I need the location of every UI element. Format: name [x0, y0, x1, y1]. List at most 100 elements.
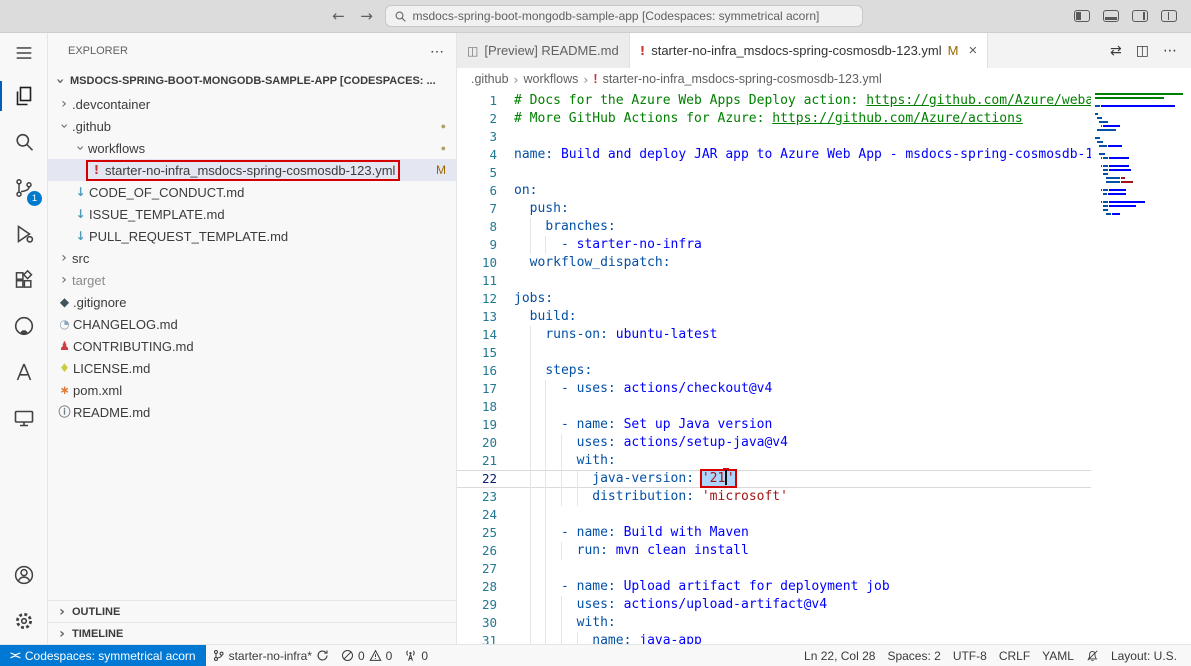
indentation-item[interactable]: Spaces: 2: [881, 645, 946, 666]
tree-item-label: CODE_OF_CONDUCT.md: [89, 185, 244, 200]
code-editor[interactable]: 1# Docs for the Azure Web Apps Deploy ac…: [457, 90, 1091, 644]
code-line: 6on:: [457, 182, 1091, 200]
code-line: 22 java-version: '21': [457, 470, 1091, 488]
more-actions-icon[interactable]: ⋯: [1163, 43, 1177, 59]
chevron-right-icon: ›: [54, 627, 70, 641]
tree-item-label: .github: [72, 119, 111, 134]
line-number: 19: [457, 416, 497, 434]
branch-label: starter-no-infra*: [229, 649, 312, 663]
tree-item--devcontainer[interactable]: ›.devcontainer: [48, 93, 456, 115]
code-line: 18: [457, 398, 1091, 416]
cursor-position-item[interactable]: Ln 22, Col 28: [798, 645, 881, 666]
github-icon[interactable]: [0, 303, 47, 349]
line-number: 7: [457, 200, 497, 218]
tree-item-src[interactable]: ›src: [48, 247, 456, 269]
line-number: 29: [457, 596, 497, 614]
tree-item-code-of-conduct-md[interactable]: ↓CODE_OF_CONDUCT.md: [48, 181, 456, 203]
annotated-value: '21': [702, 471, 735, 486]
tree-item-label: ISSUE_TEMPLATE.md: [89, 207, 225, 222]
split-editor-icon[interactable]: ◫: [1136, 43, 1149, 59]
line-number: 24: [457, 506, 497, 524]
back-button[interactable]: ←: [329, 7, 349, 25]
tree-item-workflows[interactable]: ›workflows●: [48, 137, 456, 159]
toggle-sidebar-icon[interactable]: [1074, 10, 1090, 23]
encoding-item[interactable]: UTF-8: [947, 645, 993, 666]
tree-item-license-md[interactable]: ♦LICENSE.md: [48, 357, 456, 379]
line-number: 20: [457, 434, 497, 452]
remote-indicator[interactable]: >< Codespaces: symmetrical acorn: [0, 645, 206, 666]
search-sidebar-icon[interactable]: [0, 119, 47, 165]
line-number: 26: [457, 542, 497, 560]
sidebar-more-actions-icon[interactable]: ⋯: [430, 43, 444, 60]
chevron-right-icon: ›: [514, 72, 519, 87]
breadcrumb-item[interactable]: starter-no-infra_msdocs-spring-cosmosdb-…: [603, 72, 882, 86]
settings-gear-icon[interactable]: [0, 598, 47, 644]
compare-changes-icon[interactable]: ⇄: [1110, 43, 1122, 59]
line-number: 11: [457, 272, 497, 290]
bell-slash-icon: [1086, 649, 1099, 662]
tree-item-target[interactable]: ›target: [48, 269, 456, 291]
remote-icon: ><: [10, 650, 19, 662]
language-mode-item[interactable]: YAML: [1036, 645, 1080, 666]
tree-item-changelog-md[interactable]: ◔CHANGELOG.md: [48, 313, 456, 335]
chevron-right-icon: ›: [56, 97, 72, 111]
tree-item-pom-xml[interactable]: ∗pom.xml: [48, 379, 456, 401]
root-folder-header[interactable]: › MSDOCS-SPRING-BOOT-MONGODB-SAMPLE-APP …: [48, 69, 456, 93]
code-line: 11: [457, 272, 1091, 290]
command-center-search[interactable]: msdocs-spring-boot-mongodb-sample-app [C…: [385, 5, 863, 27]
tree-item-contributing-md[interactable]: ♟CONTRIBUTING.md: [48, 335, 456, 357]
code-line: 1# Docs for the Azure Web Apps Deploy ac…: [457, 92, 1091, 110]
line-number: 1: [457, 92, 497, 110]
azure-icon[interactable]: [0, 349, 47, 395]
tree-item-readme-md[interactable]: ⓘREADME.md: [48, 401, 456, 423]
breadcrumb-item[interactable]: .github: [471, 72, 509, 86]
outline-section[interactable]: › OUTLINE: [48, 600, 456, 622]
tree-item--github[interactable]: ›.github●: [48, 115, 456, 137]
tree-item-starter-no-infra-msdocs-spring-cosmosdb-123-yml[interactable]: !starter-no-infra_msdocs-spring-cosmosdb…: [48, 159, 456, 181]
notifications-item[interactable]: [1080, 645, 1105, 666]
problems-item[interactable]: 0 0: [335, 645, 398, 666]
extensions-icon[interactable]: [0, 257, 47, 303]
keyboard-layout-item[interactable]: Layout: U.S.: [1105, 645, 1183, 666]
customize-layout-icon[interactable]: [1161, 10, 1177, 23]
account-icon[interactable]: [0, 552, 47, 598]
yaml-file-icon: !: [88, 164, 105, 176]
chevron-down-icon: ›: [53, 73, 67, 89]
code-line: 8 branches:: [457, 218, 1091, 236]
tab-readme-preview[interactable]: ◫ [Preview] README.md: [457, 33, 630, 68]
tab-workflow-yml[interactable]: ! starter-no-infra_msdocs-spring-cosmosd…: [630, 33, 989, 68]
timeline-section[interactable]: › TIMELINE: [48, 622, 456, 644]
line-number: 31: [457, 632, 497, 644]
code-line: 27: [457, 560, 1091, 578]
editor-group: ◫ [Preview] README.md ! starter-no-infra…: [457, 33, 1191, 644]
minimap[interactable]: [1093, 90, 1187, 644]
tab-bar: ◫ [Preview] README.md ! starter-no-infra…: [457, 33, 1191, 68]
git-branch-icon: [212, 649, 225, 662]
annotation-highlight: !starter-no-infra_msdocs-spring-cosmosdb…: [88, 162, 398, 179]
license-file-icon: ♦: [56, 362, 73, 374]
toggle-secondary-sidebar-icon[interactable]: [1132, 10, 1148, 23]
tree-item--gitignore[interactable]: ◆.gitignore: [48, 291, 456, 313]
explorer-icon[interactable]: [0, 73, 47, 119]
tree-item-label: starter-no-infra_msdocs-spring-cosmosdb-…: [105, 163, 395, 178]
tree-item-issue-template-md[interactable]: ↓ISSUE_TEMPLATE.md: [48, 203, 456, 225]
code-line: 12jobs:: [457, 290, 1091, 308]
line-number: 5: [457, 164, 497, 182]
remote-explorer-icon[interactable]: [0, 395, 47, 441]
tree-item-pull-request-template-md[interactable]: ↓PULL_REQUEST_TEMPLATE.md: [48, 225, 456, 247]
menu-icon[interactable]: [0, 33, 47, 73]
forward-button[interactable]: →: [357, 7, 377, 25]
ports-item[interactable]: 0: [398, 645, 434, 666]
git-branch-item[interactable]: starter-no-infra*: [206, 645, 335, 666]
chevron-down-icon: ›: [73, 140, 87, 156]
source-control-icon[interactable]: 1: [0, 165, 47, 211]
yaml-file-icon: !: [593, 72, 597, 86]
tree-item-label: LICENSE.md: [73, 361, 150, 376]
close-icon[interactable]: ×: [968, 42, 977, 59]
code-line: 26 run: mvn clean install: [457, 542, 1091, 560]
toggle-panel-icon[interactable]: [1103, 10, 1119, 23]
eol-item[interactable]: CRLF: [993, 645, 1036, 666]
run-debug-icon[interactable]: [0, 211, 47, 257]
tree-item-label: README.md: [73, 405, 150, 420]
breadcrumb-item[interactable]: workflows: [524, 72, 579, 86]
